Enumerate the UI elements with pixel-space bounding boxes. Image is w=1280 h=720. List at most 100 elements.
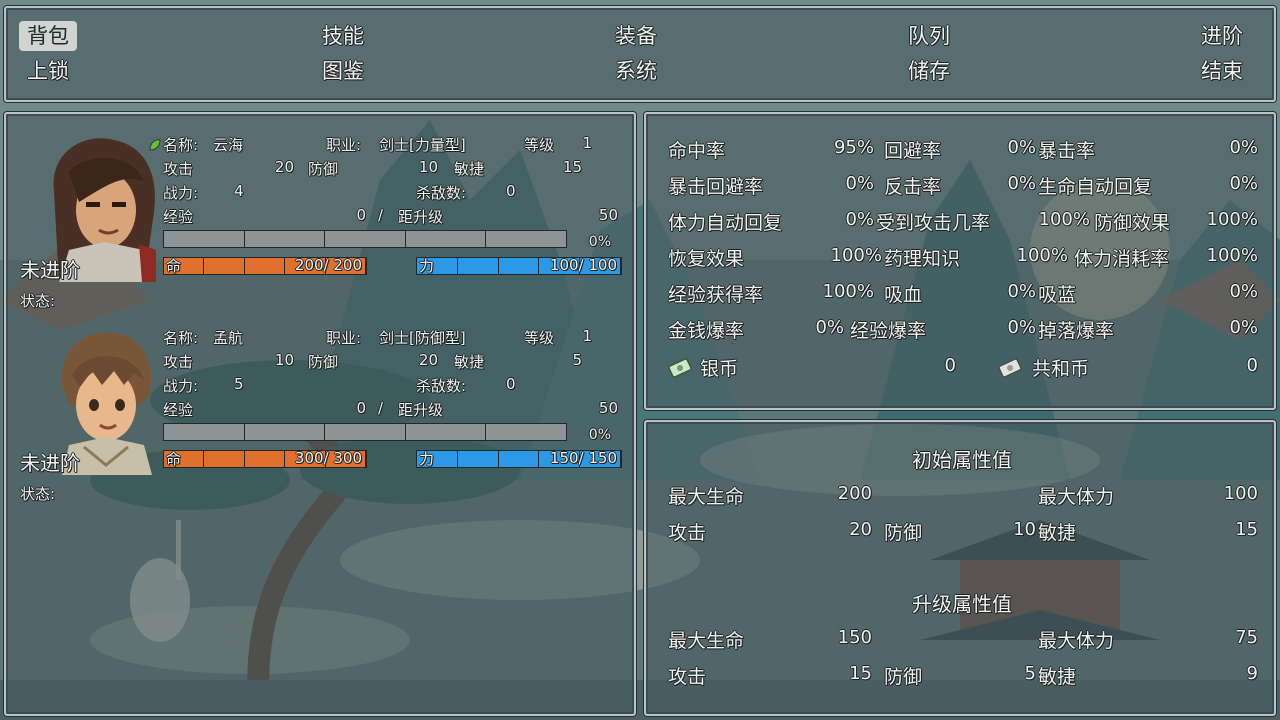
member-next: 50 bbox=[598, 399, 618, 417]
member-job-label: 职业: bbox=[326, 329, 362, 347]
member-job-label: 职业: bbox=[326, 136, 362, 154]
stat-label-guard-effect: 防御效果 bbox=[1094, 212, 1171, 234]
stat-value-guard-effect: 100% bbox=[1206, 209, 1258, 230]
member-exp-bar bbox=[163, 230, 567, 248]
member-job: 剑士[力量型] bbox=[379, 136, 466, 154]
growth-def-value: 5 bbox=[1024, 663, 1036, 684]
silver-coin-icon bbox=[668, 358, 692, 378]
base-agi-label: 敏捷 bbox=[1038, 522, 1077, 544]
menu-item-advance[interactable]: 进阶 bbox=[1193, 21, 1251, 51]
party-member-2[interactable]: 名称: 孟航 职业: 剑士[防御型] 等级 1 攻击 10 防御 20 敏捷 5… bbox=[6, 307, 634, 507]
member-exp-separator: / bbox=[378, 399, 384, 417]
growth-attrs-title: 升级属性值 bbox=[912, 592, 1012, 616]
member-agi: 5 bbox=[572, 351, 582, 369]
stat-value-manasteal: 0% bbox=[1229, 281, 1258, 302]
member-atk-label: 攻击 bbox=[163, 160, 194, 178]
base-def-value: 10 bbox=[1013, 519, 1036, 540]
growth-atk-value: 15 bbox=[849, 663, 872, 684]
growth-max-sp-value: 75 bbox=[1235, 627, 1258, 648]
member-job: 剑士[防御型] bbox=[379, 329, 466, 347]
member-power: 5 bbox=[234, 375, 244, 393]
member-level: 1 bbox=[582, 327, 592, 345]
stat-value-pharmacology: 100% bbox=[1016, 245, 1068, 266]
mp-bar-label: 力 bbox=[419, 450, 435, 468]
member-next: 50 bbox=[598, 206, 618, 224]
stat-label-crit-evasion: 暴击回避率 bbox=[668, 176, 764, 198]
stat-label-item-drop: 掉落爆率 bbox=[1038, 320, 1115, 342]
base-max-sp-value: 100 bbox=[1223, 483, 1258, 504]
member-exp-separator: / bbox=[378, 206, 384, 224]
stat-label-manasteal: 吸蓝 bbox=[1038, 284, 1077, 306]
stat-value-exp-gain-rate: 100% bbox=[822, 281, 874, 302]
stat-value-crit-evasion: 0% bbox=[845, 173, 874, 194]
menu-item-formation[interactable]: 队列 bbox=[900, 21, 958, 51]
member-power-label: 战力: bbox=[163, 377, 199, 395]
menu-item-skills[interactable]: 技能 bbox=[314, 21, 372, 51]
member-def-label: 防御 bbox=[308, 160, 339, 178]
member-hp-bar: 命 200/ 200 bbox=[163, 256, 367, 275]
member-power: 4 bbox=[234, 182, 244, 200]
member-status-label: 状态: bbox=[20, 485, 56, 503]
member-advance-status: 未进阶 bbox=[20, 451, 80, 475]
member-next-label: 距升级 bbox=[398, 208, 444, 226]
member-mp-bar: 力 150/ 150 bbox=[416, 449, 622, 468]
member-kills: 0 bbox=[506, 375, 516, 393]
base-atk-value: 20 bbox=[849, 519, 872, 540]
member-exp: 0 bbox=[356, 399, 366, 417]
member-hp-bar: 命 300/ 300 bbox=[163, 449, 367, 468]
growth-max-hp-label: 最大生命 bbox=[668, 630, 745, 652]
member-agi: 15 bbox=[562, 158, 582, 176]
member-atk: 10 bbox=[274, 351, 294, 369]
menu-item-lock[interactable]: 上锁 bbox=[19, 56, 77, 86]
main-menu-panel: 背包 技能 装备 队列 进阶 上锁 图鉴 系统 储存 结束 bbox=[4, 6, 1276, 102]
menu-item-storage[interactable]: 储存 bbox=[900, 56, 958, 86]
member-exp-percent: 0% bbox=[588, 234, 611, 250]
member-kills: 0 bbox=[506, 182, 516, 200]
leaf-icon bbox=[149, 139, 161, 151]
stat-value-sp-regen: 0% bbox=[845, 209, 874, 230]
hp-bar-label: 命 bbox=[166, 257, 182, 275]
stat-value-evasion: 0% bbox=[1007, 137, 1036, 158]
member-mp-bar: 力 100/ 100 bbox=[416, 256, 622, 275]
menu-item-bag[interactable]: 背包 bbox=[19, 21, 77, 51]
hp-bar-label: 命 bbox=[166, 450, 182, 468]
stat-value-item-drop: 0% bbox=[1229, 317, 1258, 338]
member-def: 20 bbox=[418, 351, 438, 369]
stat-label-gold-drop: 金钱爆率 bbox=[668, 320, 745, 342]
republic-coin-icon bbox=[998, 358, 1022, 378]
base-atk-label: 攻击 bbox=[668, 522, 707, 544]
stat-label-pharmacology: 药理知识 bbox=[884, 248, 961, 270]
member-name-label: 名称: bbox=[163, 136, 199, 154]
member-advance-status: 未进阶 bbox=[20, 258, 80, 282]
menu-item-equipment[interactable]: 装备 bbox=[607, 21, 665, 51]
party-member-1[interactable]: 名称: 云海 职业: 剑士[力量型] 等级 1 攻击 20 防御 10 敏捷 1… bbox=[6, 114, 634, 314]
stat-value-target-rate: 100% bbox=[1038, 209, 1090, 230]
base-attrs-title: 初始属性值 bbox=[912, 448, 1012, 472]
growth-def-label: 防御 bbox=[884, 666, 923, 688]
menu-item-system[interactable]: 系统 bbox=[607, 56, 665, 86]
stat-label-sp-regen: 体力自动回复 bbox=[668, 212, 783, 234]
stat-value-sp-cost-rate: 100% bbox=[1206, 245, 1258, 266]
menu-item-end[interactable]: 结束 bbox=[1193, 56, 1251, 86]
base-agi-value: 15 bbox=[1235, 519, 1258, 540]
stat-label-hp-regen: 生命自动回复 bbox=[1038, 176, 1153, 198]
silver-value: 0 bbox=[944, 355, 956, 376]
party-panel: 名称: 云海 职业: 剑士[力量型] 等级 1 攻击 20 防御 10 敏捷 1… bbox=[4, 112, 636, 716]
menu-item-codex[interactable]: 图鉴 bbox=[314, 56, 372, 86]
base-def-label: 防御 bbox=[884, 522, 923, 544]
republic-coin-value: 0 bbox=[1246, 355, 1258, 376]
member-name: 云海 bbox=[213, 136, 244, 154]
base-max-hp-value: 200 bbox=[837, 483, 872, 504]
member-def: 10 bbox=[418, 158, 438, 176]
mp-bar-value: 100/ 100 bbox=[549, 256, 617, 274]
growth-agi-label: 敏捷 bbox=[1038, 666, 1077, 688]
member-level-label: 等级 bbox=[524, 136, 555, 154]
stat-value-recovery-effect: 100% bbox=[830, 245, 882, 266]
member-exp-label: 经验 bbox=[163, 208, 194, 226]
stat-value-hit-rate: 95% bbox=[833, 137, 874, 158]
stat-label-sp-cost-rate: 体力消耗率 bbox=[1074, 248, 1170, 270]
stat-label-recovery-effect: 恢复效果 bbox=[668, 248, 745, 270]
stat-label-crit-rate: 暴击率 bbox=[1038, 140, 1096, 162]
silver-label: 银币 bbox=[700, 358, 739, 380]
member-exp: 0 bbox=[356, 206, 366, 224]
